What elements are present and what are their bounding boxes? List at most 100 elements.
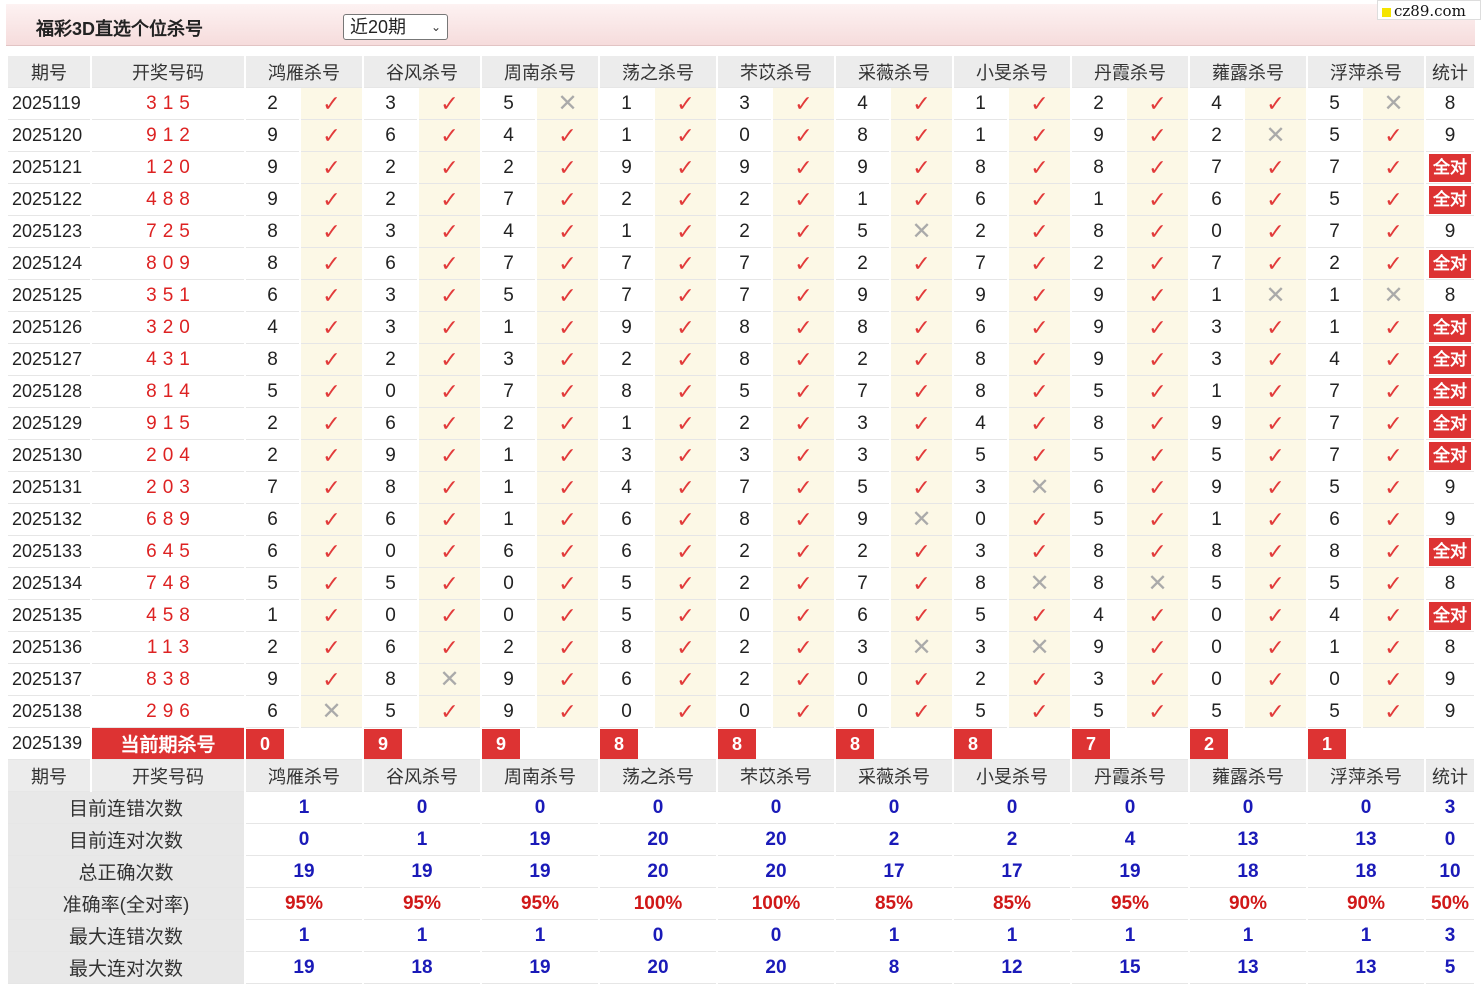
check-icon: ✓ <box>322 506 341 532</box>
check-icon: ✓ <box>676 442 695 468</box>
hit-mark: ✓ <box>419 632 480 664</box>
check-icon: ✓ <box>322 122 341 148</box>
hit-mark: ✓ <box>1009 536 1070 568</box>
check-icon: ✓ <box>676 314 695 340</box>
check-icon: ✓ <box>794 186 813 212</box>
hit-mark: ✕ <box>1363 88 1424 120</box>
check-icon: ✓ <box>1030 602 1049 628</box>
hit-mark: ✓ <box>1245 568 1306 600</box>
hit-mark: ✓ <box>1245 664 1306 696</box>
draw-number: 748 <box>92 568 244 600</box>
site-logo[interactable]: cz89.com <box>1377 0 1481 20</box>
kill-number: 6 <box>1308 504 1361 536</box>
kill-number: 8 <box>954 344 1007 376</box>
hit-mark: ✓ <box>773 280 834 312</box>
kill-number: 0 <box>1308 664 1361 696</box>
hit-mark: ✓ <box>419 280 480 312</box>
kill-number: 9 <box>836 504 889 536</box>
hit-mark: ✓ <box>773 440 834 472</box>
kill-number: 1 <box>600 408 653 440</box>
hit-mark: ✕ <box>891 504 952 536</box>
kill-number: 7 <box>600 280 653 312</box>
check-icon: ✓ <box>1148 218 1167 244</box>
hit-mark: ✓ <box>655 120 716 152</box>
kill-number: 5 <box>1308 472 1361 504</box>
kill-number: 8 <box>954 568 1007 600</box>
draw-number: 814 <box>92 376 244 408</box>
stat-cell: 全对 <box>1426 248 1474 280</box>
current-kill-cell: 7 <box>1072 728 1188 760</box>
check-icon: ✓ <box>1266 602 1285 628</box>
stats-value: 17 <box>836 856 952 888</box>
kill-number: 6 <box>364 120 417 152</box>
kill-number: 3 <box>364 216 417 248</box>
check-icon: ✓ <box>1266 218 1285 244</box>
draw-number: 296 <box>92 696 244 728</box>
period-select[interactable]: 近20期 ⌄ <box>343 14 448 40</box>
check-icon: ✓ <box>1384 506 1403 532</box>
header-expert: 浮萍杀号 <box>1308 56 1424 88</box>
kill-number: 5 <box>836 216 889 248</box>
stats-value: 0 <box>718 792 834 824</box>
kill-number: 7 <box>718 280 771 312</box>
table-row: 2025127 431 8 ✓ 2 ✓ 3 ✓ 2 ✓ 8 ✓ 2 ✓ 8 ✓ 9 ✓ 3 ✓ 4 ✓ 全对 <box>8 344 1474 376</box>
kill-number: 0 <box>600 696 653 728</box>
draw-number: 488 <box>92 184 244 216</box>
check-icon: ✓ <box>794 442 813 468</box>
kill-number: 7 <box>836 568 889 600</box>
hit-mark: ✓ <box>1245 632 1306 664</box>
stats-total: 0 <box>1426 824 1474 856</box>
draw-number: 645 <box>92 536 244 568</box>
check-icon: ✓ <box>1148 442 1167 468</box>
hit-mark: ✓ <box>419 696 480 728</box>
header-expert: 鸿雁杀号 <box>246 760 362 792</box>
hit-mark: ✓ <box>419 152 480 184</box>
stats-value: 18 <box>364 952 480 984</box>
check-icon: ✓ <box>676 634 695 660</box>
hit-mark: ✓ <box>1009 120 1070 152</box>
kill-number: 6 <box>246 696 299 728</box>
check-icon: ✓ <box>1148 122 1167 148</box>
stats-value: 20 <box>600 952 716 984</box>
hit-mark: ✓ <box>891 408 952 440</box>
kill-number: 7 <box>1308 376 1361 408</box>
hit-mark: ✕ <box>1363 280 1424 312</box>
hit-mark: ✓ <box>1009 312 1070 344</box>
stats-value: 90% <box>1190 888 1306 920</box>
header-expert: 蕹露杀号 <box>1190 760 1306 792</box>
check-icon: ✓ <box>558 154 577 180</box>
kill-number: 8 <box>718 312 771 344</box>
check-icon: ✓ <box>1384 570 1403 596</box>
check-icon: ✓ <box>676 698 695 724</box>
kill-number: 7 <box>718 248 771 280</box>
kill-number: 2 <box>246 408 299 440</box>
kill-number: 8 <box>246 248 299 280</box>
check-icon: ✓ <box>440 314 459 340</box>
all-correct-badge: 全对 <box>1429 441 1471 470</box>
check-icon: ✓ <box>1384 122 1403 148</box>
hit-mark: ✓ <box>301 88 362 120</box>
check-icon: ✓ <box>558 474 577 500</box>
hit-mark: ✓ <box>773 664 834 696</box>
check-icon: ✓ <box>912 346 931 372</box>
current-kill-number: 9 <box>482 728 520 759</box>
hit-mark: ✓ <box>1127 344 1188 376</box>
check-icon: ✓ <box>558 506 577 532</box>
check-icon: ✓ <box>322 602 341 628</box>
hit-mark: ✓ <box>537 600 598 632</box>
check-icon: ✓ <box>558 186 577 212</box>
kill-number: 8 <box>246 344 299 376</box>
check-icon: ✓ <box>558 602 577 628</box>
hit-mark: ✓ <box>773 344 834 376</box>
hit-mark: ✓ <box>537 152 598 184</box>
kill-number: 7 <box>1308 408 1361 440</box>
check-icon: ✓ <box>912 282 931 308</box>
hit-mark: ✓ <box>655 440 716 472</box>
cross-icon: ✕ <box>1029 570 1050 597</box>
header-expert: 浮萍杀号 <box>1308 760 1424 792</box>
current-kill-cell: 8 <box>718 728 834 760</box>
check-icon: ✓ <box>322 474 341 500</box>
kill-number: 2 <box>1072 88 1125 120</box>
check-icon: ✓ <box>676 90 695 116</box>
hit-mark: ✓ <box>891 184 952 216</box>
